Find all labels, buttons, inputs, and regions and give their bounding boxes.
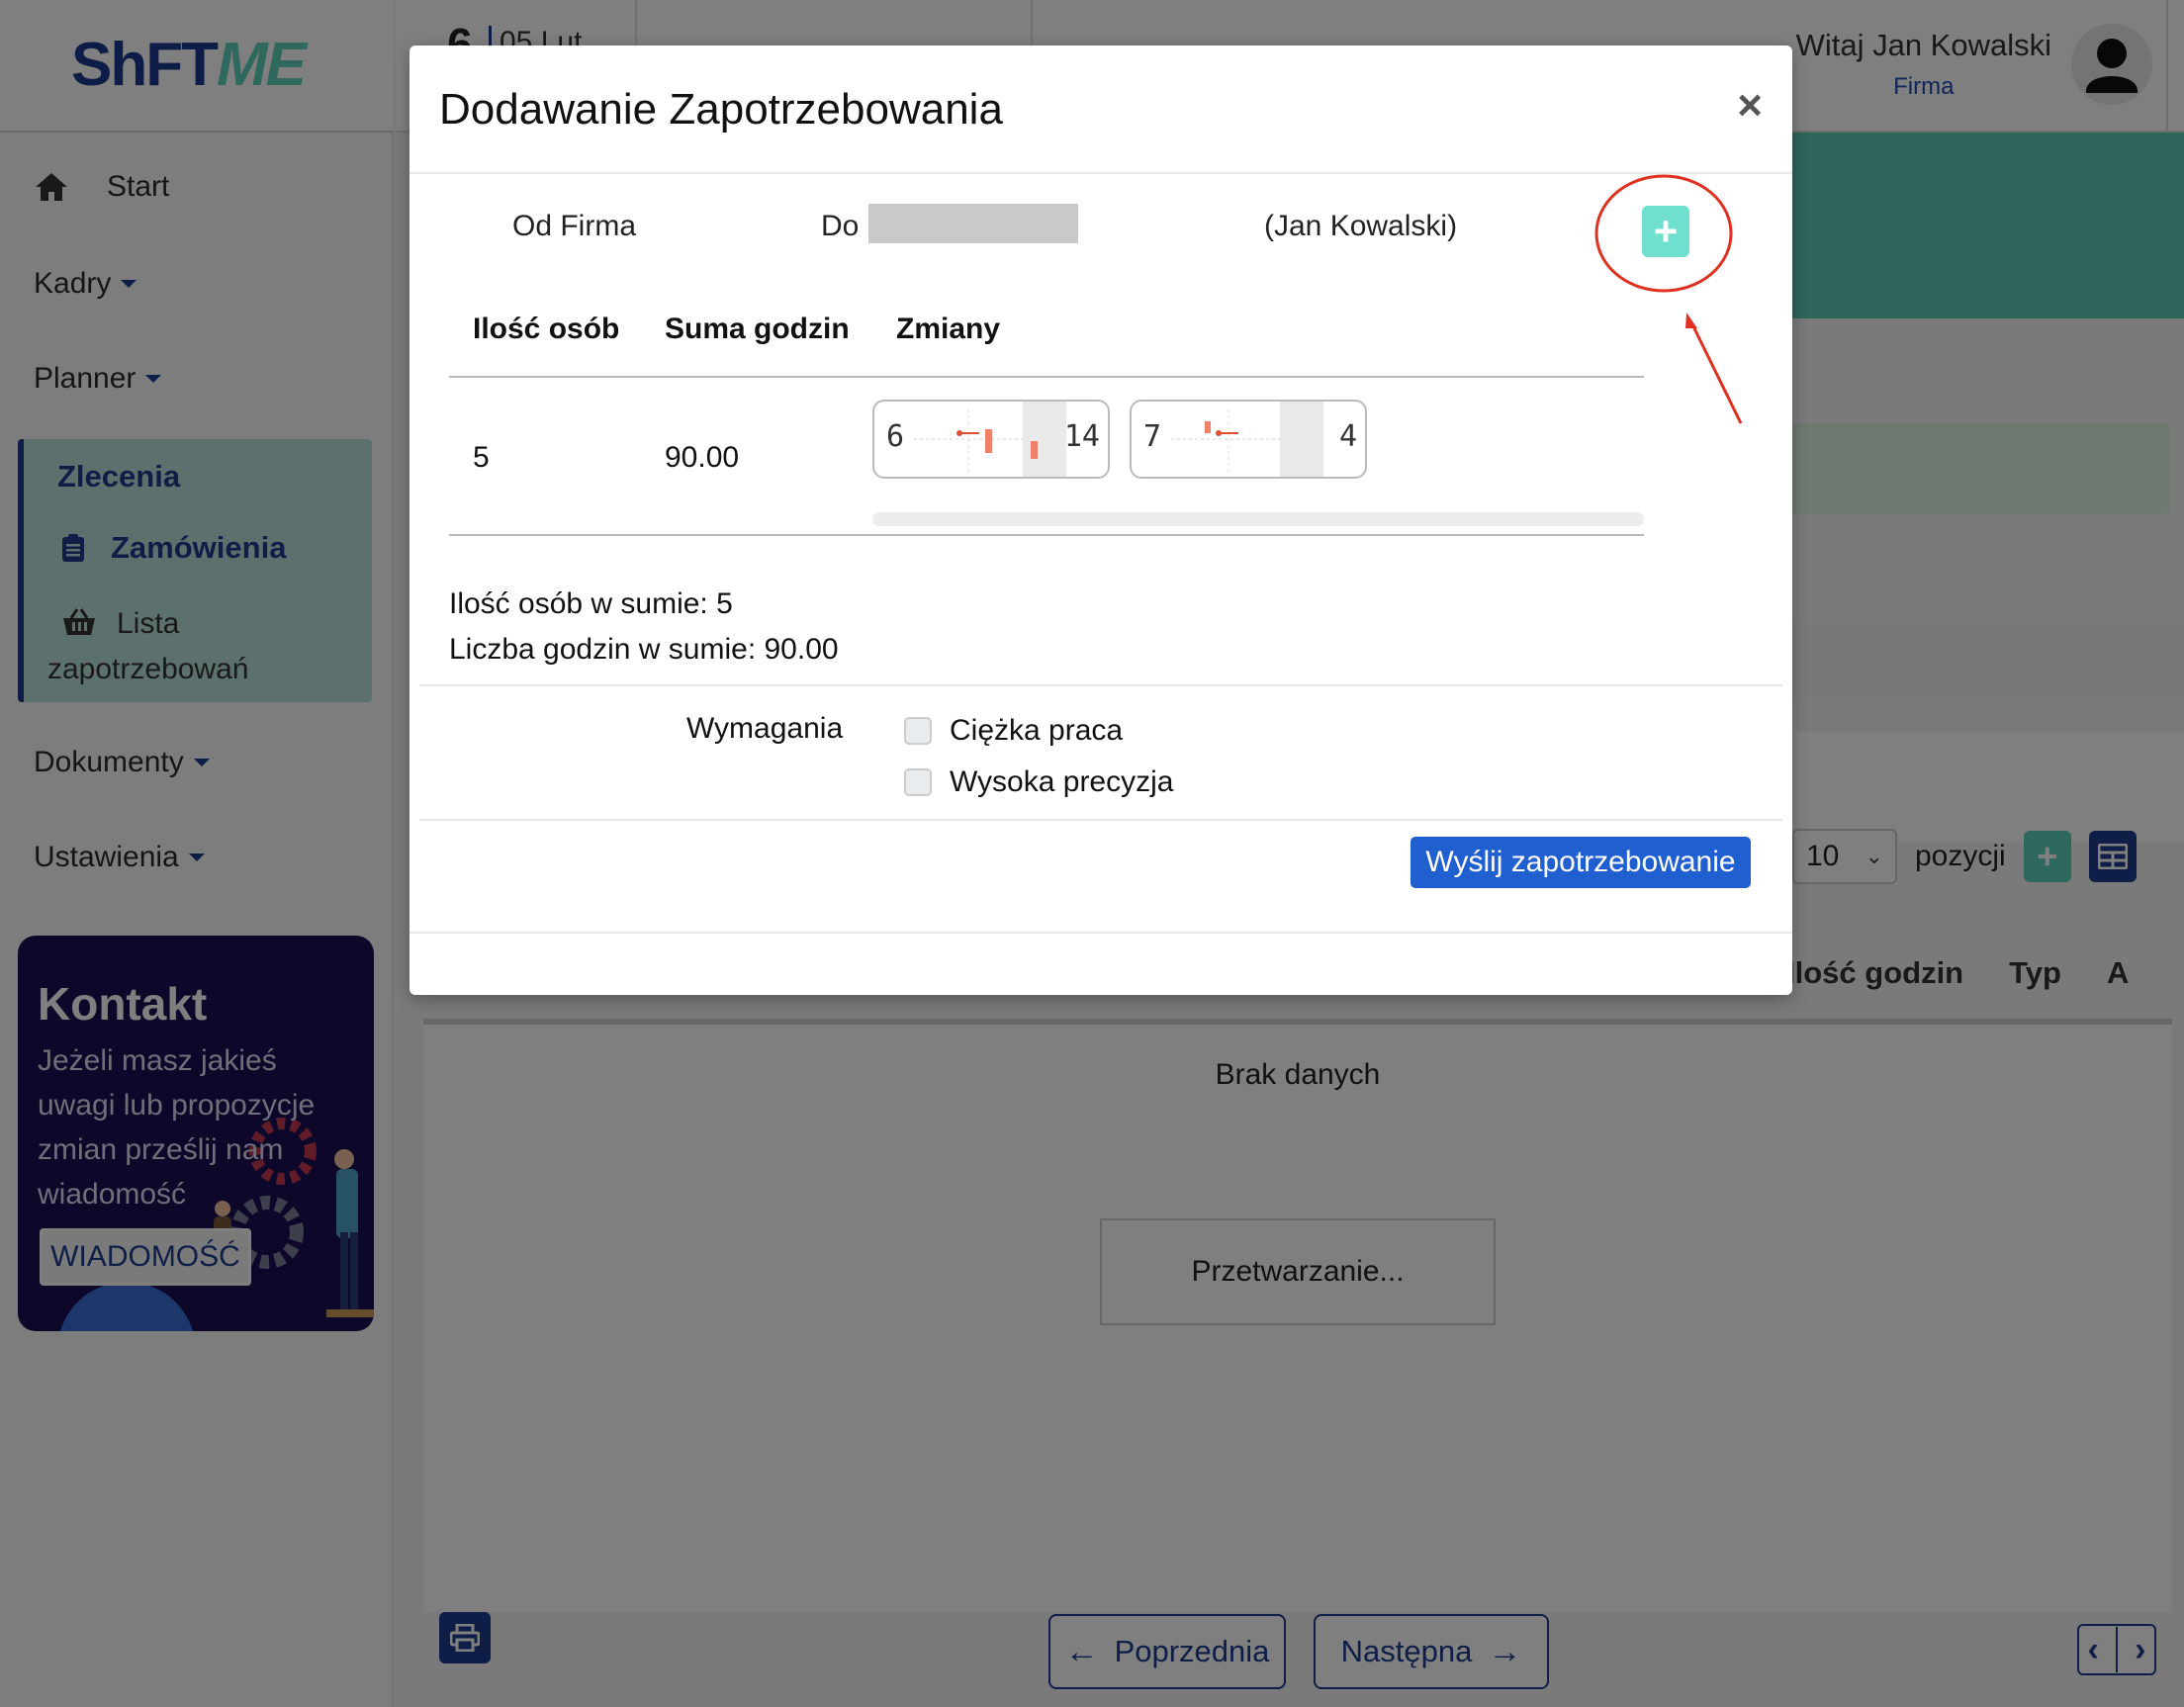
annotation-arrow [1689,321,1743,424]
annotation-arrowhead [1685,313,1697,328]
annotation-circle [1594,174,1733,293]
annotation-overlay [1594,174,1743,424]
